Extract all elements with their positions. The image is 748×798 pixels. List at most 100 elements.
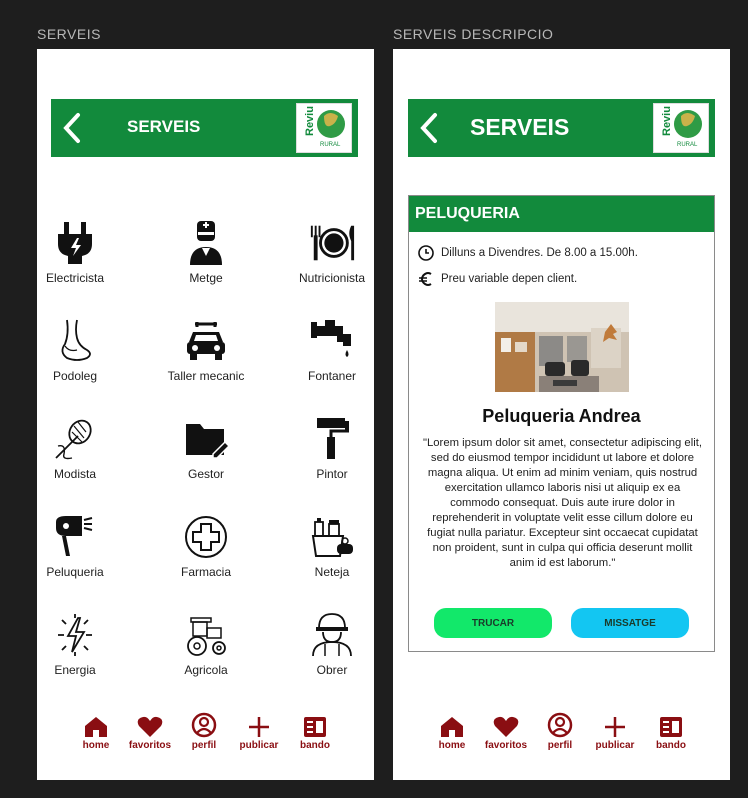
business-description: "Lorem ipsum dolor sit amet, consectetur…: [422, 437, 703, 569]
service-label: Energia: [54, 663, 96, 677]
nav-perfil[interactable]: perfil: [174, 710, 234, 751]
profile-icon: [174, 710, 234, 738]
services-screen: SERVEIS Reviu RURAL Electricista Metge N…: [37, 49, 374, 780]
nav-label: home: [438, 740, 466, 751]
service-label: Nutricionista: [298, 271, 366, 285]
bottom-nav: home favoritos perfil publicar bando: [393, 710, 730, 760]
nav-favoritos[interactable]: favoritos: [120, 710, 180, 751]
back-arrow-icon[interactable]: [61, 112, 83, 144]
nav-label: publicar: [595, 740, 635, 751]
app-header: SERVEIS Reviu RURAL: [51, 99, 358, 157]
car-repair-icon: [182, 317, 230, 365]
service-nutricionista[interactable]: Nutricionista: [277, 219, 374, 285]
nav-home[interactable]: home: [66, 710, 126, 751]
heart-icon: [120, 710, 180, 738]
nav-label: home: [82, 740, 110, 751]
price-row: Preu variable depen client.: [417, 270, 577, 288]
service-label: Metge: [189, 271, 223, 285]
nav-publicar[interactable]: publicar: [229, 710, 289, 751]
sewing-icon: [51, 415, 99, 463]
service-label: Podoleg: [52, 369, 98, 383]
schedule-text: Dilluns a Divendres. De 8.00 a 15.00h.: [441, 247, 638, 259]
nav-perfil[interactable]: perfil: [530, 710, 590, 751]
frame-title-serveis-descripcio: SERVEIS DESCRIPCIO: [393, 26, 554, 42]
message-button[interactable]: MISSATGE: [571, 608, 689, 638]
news-icon: [285, 710, 345, 738]
service-electricista[interactable]: Electricista: [37, 219, 130, 285]
nav-home[interactable]: home: [422, 710, 482, 751]
paint-roller-icon: [308, 415, 356, 463]
plug-icon: [51, 219, 99, 267]
service-taller-mecanic[interactable]: Taller mecanic: [151, 317, 261, 383]
nav-label: perfil: [547, 740, 573, 751]
clock-icon: [417, 244, 435, 262]
home-icon: [422, 710, 482, 738]
folder-edit-icon: [182, 415, 230, 463]
back-arrow-icon[interactable]: [418, 112, 440, 144]
reviu-rural-logo: Reviu RURAL: [653, 103, 709, 153]
business-name: Peluqueria Andrea: [482, 406, 641, 426]
logo-subtext: RURAL: [677, 142, 698, 148]
foot-icon: [51, 317, 99, 365]
pharmacy-cross-icon: [182, 513, 230, 561]
nav-publicar[interactable]: publicar: [585, 710, 645, 751]
doctor-icon: [182, 219, 230, 267]
euro-icon: [417, 270, 435, 288]
service-label: Neteja: [314, 565, 350, 579]
plus-icon: [585, 710, 645, 738]
home-icon: [66, 710, 126, 738]
service-metge[interactable]: Metge: [151, 219, 261, 285]
nav-label: favoritos: [484, 740, 528, 751]
service-peluqueria[interactable]: Peluqueria: [37, 513, 130, 579]
logo-text: Reviu: [304, 106, 316, 136]
service-pintor[interactable]: Pintor: [277, 415, 374, 481]
service-agricola[interactable]: Agricola: [151, 611, 261, 677]
tractor-icon: [182, 611, 230, 659]
service-label: Peluqueria: [46, 565, 104, 579]
plus-icon: [229, 710, 289, 738]
service-label: Pintor: [316, 467, 348, 481]
nav-bando[interactable]: bando: [641, 710, 701, 751]
service-detail-card: PELUQUERIA Dilluns a Divendres. De 8.00 …: [408, 195, 715, 652]
category-title: PELUQUERIA: [409, 196, 714, 232]
energy-icon: [51, 611, 99, 659]
service-podoleg[interactable]: Podoleg: [37, 317, 130, 383]
app-header: SERVEIS Reviu RURAL: [408, 99, 715, 157]
profile-icon: [530, 710, 590, 738]
logo-text: Reviu: [661, 106, 673, 136]
service-label: Gestor: [187, 467, 224, 481]
salon-photo: [495, 302, 629, 392]
service-label: Agricola: [184, 663, 228, 677]
frame-title-serveis: SERVEIS: [37, 26, 101, 42]
faucet-icon: [308, 317, 356, 365]
nav-label: bando: [300, 740, 330, 751]
nav-label: perfil: [191, 740, 217, 751]
price-text: Preu variable depen client.: [441, 273, 578, 285]
page-title: SERVEIS: [127, 117, 201, 136]
service-fontaner[interactable]: Fontaner: [277, 317, 374, 383]
nav-bando[interactable]: bando: [285, 710, 345, 751]
schedule-row: Dilluns a Divendres. De 8.00 a 15.00h.: [417, 244, 638, 262]
service-label: Modista: [53, 467, 97, 481]
service-obrer[interactable]: Obrer: [277, 611, 374, 677]
call-button[interactable]: TRUCAR: [434, 608, 552, 638]
service-label: Fontaner: [307, 369, 357, 383]
logo-subtext: RURAL: [320, 142, 341, 148]
nav-label: bando: [656, 740, 686, 751]
hair-dryer-icon: [51, 513, 99, 561]
service-modista[interactable]: Modista: [37, 415, 130, 481]
plate-cutlery-icon: [308, 219, 356, 267]
service-gestor[interactable]: Gestor: [151, 415, 261, 481]
service-farmacia[interactable]: Farmacia: [151, 513, 261, 579]
nav-favoritos[interactable]: favoritos: [476, 710, 536, 751]
news-icon: [641, 710, 701, 738]
service-label: Obrer: [316, 663, 348, 677]
nav-label: publicar: [239, 740, 279, 751]
service-energia[interactable]: Energia: [37, 611, 130, 677]
service-neteja[interactable]: Neteja: [277, 513, 374, 579]
bottom-nav: home favoritos perfil publicar bando: [37, 710, 374, 760]
service-detail-screen: SERVEIS Reviu RURAL PELUQUERIA Dilluns a…: [393, 49, 730, 780]
page-title: SERVEIS: [470, 114, 570, 140]
service-label: Farmacia: [180, 565, 231, 579]
service-label: Taller mecanic: [167, 369, 245, 383]
